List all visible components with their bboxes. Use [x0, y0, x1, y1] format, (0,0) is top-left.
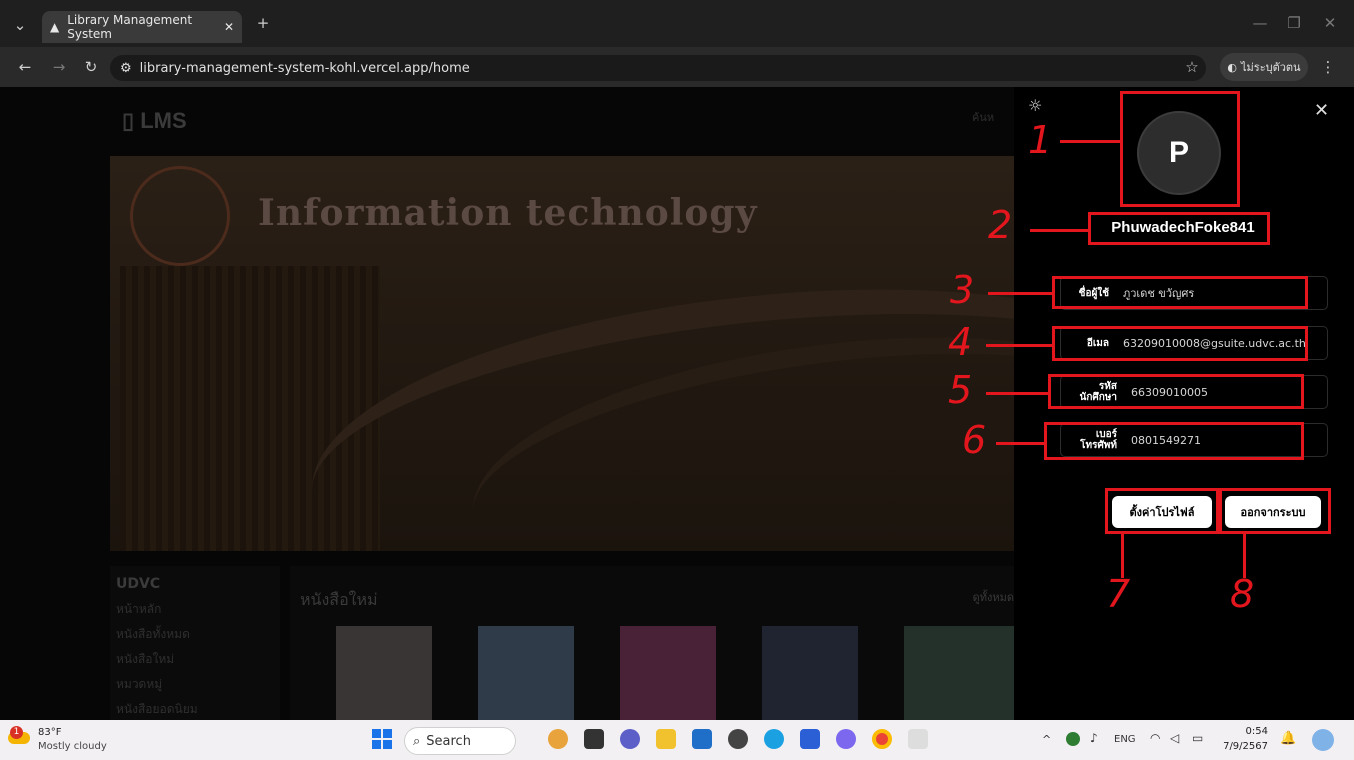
annotation-line — [988, 292, 1052, 295]
tab-close-icon[interactable]: ✕ — [224, 20, 234, 34]
app-icon[interactable] — [908, 729, 928, 749]
annotation-number: 2 — [988, 203, 1013, 247]
annotation-box-logout — [1219, 488, 1331, 534]
lms-logo[interactable]: ▯ LMS — [122, 108, 187, 134]
address-bar[interactable]: ⚙ library-management-system-kohl.vercel.… — [110, 55, 1206, 81]
battery-icon[interactable]: ▭ — [1192, 731, 1203, 745]
category-sidebar: UDVC หน้าหลัก หนังสือทั้งหมด หนังสือใหม่… — [110, 566, 280, 726]
sidebar-item-home[interactable]: หน้าหลัก — [116, 600, 280, 619]
wifi-icon[interactable]: ◠ — [1150, 731, 1160, 745]
clock-time[interactable]: 0:54 — [1228, 726, 1268, 737]
bookmark-star-icon[interactable]: ☆ — [1183, 58, 1201, 76]
annotation-box-phone — [1044, 422, 1304, 460]
annotation-box-name — [1052, 276, 1308, 309]
incognito-icon: ◐ — [1227, 60, 1238, 74]
tray-chevron-icon[interactable]: ^ — [1042, 733, 1051, 746]
incognito-profile-button[interactable]: ◐ ไม่ระบุตัวตน — [1220, 53, 1308, 81]
globe-icon — [130, 166, 230, 266]
tray-app-icon[interactable] — [1066, 732, 1080, 746]
logo-text: LMS — [140, 108, 187, 133]
book-cover[interactable] — [620, 626, 716, 726]
reload-icon[interactable]: ↻ — [82, 58, 100, 76]
chrome-icon[interactable] — [872, 729, 892, 749]
annotation-number: 8 — [1230, 572, 1255, 616]
annotation-line — [1060, 140, 1120, 143]
chat-icon[interactable] — [620, 729, 640, 749]
clock-date[interactable]: 7/9/2567 — [1214, 741, 1268, 752]
sidebar-item-new-books[interactable]: หนังสือใหม่ — [116, 650, 280, 669]
weather-desc: Mostly cloudy — [38, 741, 107, 752]
annotation-number: 7 — [1106, 572, 1131, 616]
copilot-icon[interactable] — [1312, 729, 1334, 751]
book-icon: ▯ — [122, 108, 141, 133]
panel-close-icon[interactable]: ✕ — [1314, 100, 1329, 121]
url-text: library-management-system-kohl.vercel.ap… — [139, 60, 470, 76]
annotation-line — [986, 392, 1048, 395]
new-tab-icon[interactable]: + — [255, 14, 271, 32]
app-icon[interactable] — [728, 729, 748, 749]
start-button[interactable] — [372, 729, 392, 749]
site-info-icon[interactable]: ⚙ — [120, 61, 132, 76]
sidebar-title: UDVC — [116, 576, 161, 592]
book-cover[interactable] — [478, 626, 574, 726]
tab-search-icon[interactable]: ⌄ — [10, 15, 30, 35]
browser-tab[interactable]: ▲ Library Management System ✕ — [42, 11, 242, 43]
app-icon[interactable] — [800, 729, 820, 749]
page-search-hint[interactable]: ค้นห — [972, 108, 994, 126]
widget-icon[interactable] — [548, 729, 568, 749]
back-icon[interactable]: ← — [16, 58, 34, 76]
annotation-line — [996, 442, 1044, 445]
volume-icon[interactable]: ◁ — [1170, 731, 1179, 745]
sidebar-item-all-books[interactable]: หนังสือทั้งหมด — [116, 625, 280, 644]
search-label: Search — [426, 733, 471, 749]
tab-favicon-icon: ▲ — [50, 20, 60, 34]
annotation-line — [1030, 229, 1088, 232]
language-indicator[interactable]: ENG — [1114, 734, 1136, 745]
restore-icon[interactable]: ❐ — [1284, 14, 1304, 32]
edge-icon[interactable] — [764, 729, 784, 749]
annotation-box-username — [1088, 212, 1270, 245]
window-close-icon[interactable]: ✕ — [1320, 14, 1340, 32]
microphone-icon[interactable]: ♪ — [1090, 731, 1098, 745]
search-icon: ⌕ — [413, 733, 421, 749]
sidebar-item-popular[interactable]: หนังสือยอดนิยม — [116, 700, 280, 719]
tab-title: Library Management System — [67, 13, 193, 41]
forward-icon[interactable]: → — [50, 58, 68, 76]
discord-icon[interactable] — [836, 729, 856, 749]
minimize-icon[interactable]: — — [1250, 14, 1270, 32]
taskbar-search[interactable]: ⌕ Search — [404, 727, 516, 755]
notification-bell-icon[interactable]: 🔔 — [1280, 731, 1296, 746]
file-explorer-icon[interactable] — [656, 729, 676, 749]
see-all-link[interactable]: ดูทั้งหมด — [973, 588, 1014, 606]
theme-toggle-sun-icon[interactable]: ☼ — [1028, 96, 1042, 115]
annotation-number: 5 — [948, 368, 973, 412]
browser-menu-icon[interactable]: ⋮ — [1320, 58, 1336, 76]
new-books-section: หนังสือใหม่ ดูทั้งหมด — [290, 566, 1014, 726]
annotation-box-email — [1052, 326, 1308, 361]
store-icon[interactable] — [692, 729, 712, 749]
annotation-number: 4 — [948, 320, 973, 364]
annotation-box-settings — [1105, 488, 1219, 534]
weather-temp: 83°F — [38, 727, 62, 738]
hero-title: Information technology — [258, 192, 758, 234]
annotation-line — [986, 344, 1052, 347]
task-view-icon[interactable] — [584, 729, 604, 749]
weather-widget[interactable]: 1 — [8, 726, 34, 750]
annotation-number: 1 — [1028, 118, 1053, 162]
book-cover[interactable] — [904, 626, 1014, 726]
annotation-number: 6 — [962, 418, 987, 462]
new-books-title: หนังสือใหม่ — [300, 590, 378, 609]
annotation-box-avatar — [1120, 91, 1240, 207]
sidebar-item-categories[interactable]: หมวดหมู่ — [116, 675, 280, 694]
book-cover[interactable] — [336, 626, 432, 726]
annotation-number: 3 — [950, 268, 975, 312]
weather-badge: 1 — [10, 726, 23, 739]
annotation-box-student-id — [1048, 374, 1304, 409]
book-cover[interactable] — [762, 626, 858, 726]
profile-label: ไม่ระบุตัวตน — [1241, 61, 1301, 74]
